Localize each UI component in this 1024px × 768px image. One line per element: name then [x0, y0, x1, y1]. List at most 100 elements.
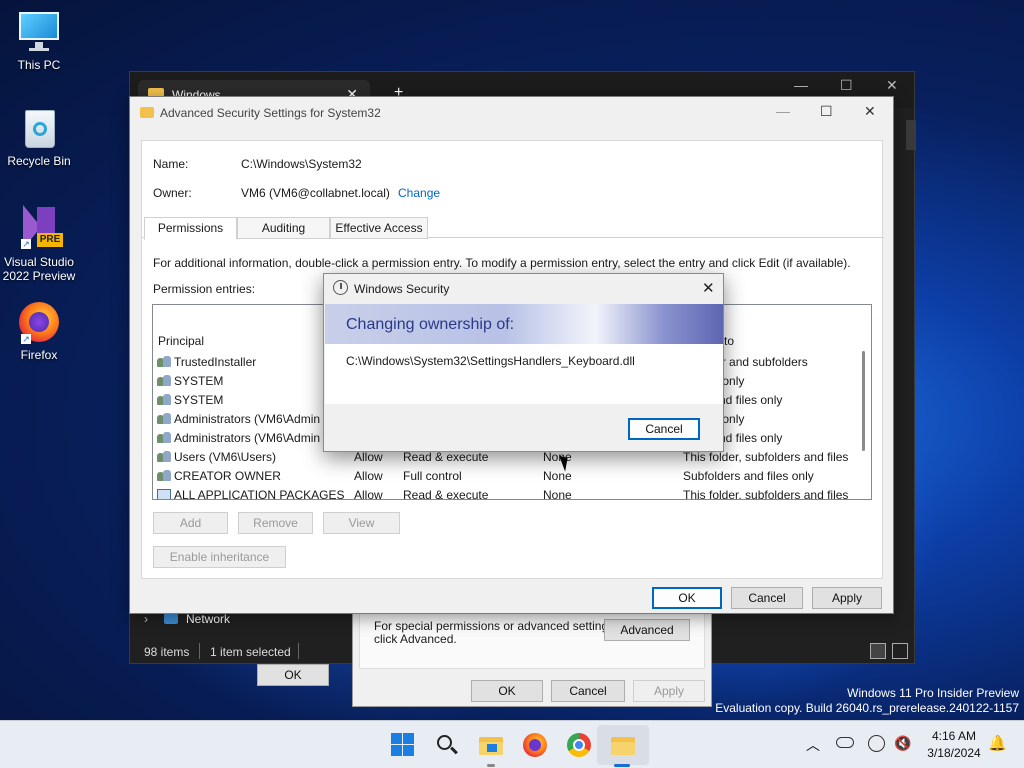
principal-cell: SYSTEM: [174, 374, 224, 388]
user-group-icon: [157, 451, 171, 463]
close-security-icon[interactable]: ✕: [702, 279, 715, 297]
user-group-icon: [157, 394, 171, 406]
column-header-applies-to[interactable]: to: [724, 334, 734, 348]
user-group-icon: [157, 356, 171, 368]
enable-inheritance-button[interactable]: Enable inheritance: [153, 546, 286, 568]
minimize-icon[interactable]: —: [794, 77, 808, 93]
name-label: Name:: [153, 157, 189, 171]
file-path: C:\Windows\System32\SettingsHandlers_Key…: [346, 354, 635, 368]
desktop-icon-recycle-bin[interactable]: Recycle Bin: [0, 106, 78, 168]
close-dialog-icon[interactable]: ✕: [864, 103, 876, 120]
security-content: C:\Windows\System32\SettingsHandlers_Key…: [325, 344, 723, 404]
status-item-count: 98 items: [144, 645, 190, 659]
desktop-icon-visual-studio[interactable]: PRE ↗ Visual Studio 2022 Preview: [0, 203, 78, 283]
table-row[interactable]: CREATOR OWNER Allow Full control None Su…: [153, 467, 853, 486]
expand-chevron-icon[interactable]: ›: [144, 612, 148, 626]
change-owner-link[interactable]: Change: [398, 186, 440, 200]
firefox-icon: ↗: [17, 300, 61, 344]
list-scrollbar[interactable]: [859, 331, 869, 471]
applies-cell: Subfolders and files only: [683, 469, 814, 483]
details-view-icon[interactable]: [870, 643, 886, 659]
principal-cell: Users (VM6\Users): [174, 450, 277, 464]
chrome-icon[interactable]: [566, 732, 592, 758]
properties-apply-button[interactable]: Apply: [633, 680, 705, 702]
tab-permissions[interactable]: Permissions: [144, 217, 237, 240]
properties-dialog: For special permissions or advanced sett…: [352, 612, 712, 707]
clock-date[interactable]: 3/18/2024: [924, 746, 984, 760]
type-cell: Allow: [354, 469, 383, 483]
search-icon[interactable]: [434, 732, 460, 758]
windows-security-dialog: Windows Security ✕ Changing ownership of…: [323, 273, 724, 452]
inherited-cell: None: [543, 469, 572, 483]
maximize-icon[interactable]: ☐: [840, 77, 853, 94]
notification-bell-icon[interactable]: 🔔: [988, 734, 1007, 752]
properties-hint: click Advanced.: [374, 632, 457, 646]
status-selected: 1 item selected: [210, 645, 291, 659]
type-cell: Allow: [354, 488, 383, 500]
view-button[interactable]: View: [323, 512, 400, 534]
properties-cancel-button[interactable]: Cancel: [551, 680, 625, 702]
watermark-line2: Evaluation copy. Build 26040.rs_prerelea…: [715, 701, 1019, 715]
remove-button[interactable]: Remove: [238, 512, 313, 534]
dialog-title: Advanced Security Settings for System32: [160, 106, 381, 120]
minimize-icon[interactable]: —: [776, 103, 790, 119]
user-group-icon: [157, 470, 171, 482]
network-icon: [164, 613, 178, 624]
maximize-icon[interactable]: ☐: [820, 103, 833, 120]
access-cell: Read & execute: [403, 488, 489, 500]
desktop-icon-firefox[interactable]: ↗ Firefox: [0, 300, 78, 362]
properties-hint: For special permissions or advanced sett…: [374, 619, 618, 633]
clock-icon: [333, 280, 348, 295]
start-icon[interactable]: [390, 732, 416, 758]
folder-icon: [140, 107, 154, 118]
file-explorer-icon[interactable]: [478, 732, 504, 758]
add-button[interactable]: Add: [153, 512, 228, 534]
pre-badge: PRE: [37, 233, 63, 247]
tiles-view-icon[interactable]: [892, 643, 908, 659]
tab-effective-access[interactable]: Effective Access: [330, 217, 428, 239]
cancel-button[interactable]: Cancel: [731, 587, 803, 609]
firefox-icon[interactable]: [522, 732, 548, 758]
properties-ok-button[interactable]: OK: [471, 680, 543, 702]
owner-value: VM6 (VM6@collabnet.local): [241, 186, 390, 200]
chevron-up-icon[interactable]: ︿: [806, 735, 820, 755]
principal-cell: TrustedInstaller: [174, 355, 257, 369]
applies-cell: This folder, subfolders and files: [683, 450, 849, 464]
column-header-principal[interactable]: Principal: [158, 334, 204, 348]
background-ok-button[interactable]: OK: [257, 664, 329, 686]
desktop-icon-label: Visual Studio: [4, 255, 74, 269]
entries-label: Permission entries:: [153, 282, 256, 296]
onedrive-icon[interactable]: [836, 737, 854, 748]
clock-time[interactable]: 4:16 AM: [924, 729, 984, 743]
visual-studio-icon: PRE ↗: [15, 203, 63, 251]
properties-security-panel: For special permissions or advanced sett…: [359, 613, 705, 669]
ok-button[interactable]: OK: [652, 587, 722, 609]
monitor-icon: [17, 10, 61, 54]
shortcut-arrow-icon: ↗: [21, 334, 31, 344]
desktop-icon-label: 2022 Preview: [2, 269, 76, 283]
network-globe-icon[interactable]: [868, 735, 885, 752]
owner-label: Owner:: [153, 186, 192, 200]
apply-button[interactable]: Apply: [812, 587, 882, 609]
volume-muted-icon[interactable]: 🔇: [894, 735, 911, 752]
scrollbar-thumb[interactable]: [862, 351, 865, 451]
security-dialog-title: Windows Security: [354, 282, 450, 296]
desktop-icon-label: Firefox: [20, 348, 58, 362]
principal-cell: ALL APPLICATION PACKAGES: [174, 488, 345, 500]
close-window-icon[interactable]: ✕: [886, 77, 898, 94]
nav-item-label: Network: [186, 612, 231, 626]
banner-text: Changing ownership of:: [346, 316, 515, 333]
security-cancel-button[interactable]: Cancel: [628, 418, 700, 440]
desktop-icon-this-pc[interactable]: This PC: [0, 10, 78, 72]
desktop-icon-label: This PC: [17, 58, 61, 72]
info-text: For additional information, double-click…: [153, 256, 851, 270]
recycle-bin-icon: [19, 106, 59, 150]
inherited-cell: None: [543, 488, 572, 500]
taskbar: ︿ 🔇 4:16 AM 3/18/2024 🔔: [0, 720, 1024, 768]
advanced-button[interactable]: Advanced: [604, 619, 690, 641]
user-group-icon: [157, 413, 171, 425]
tab-auditing[interactable]: Auditing: [237, 217, 330, 239]
principal-cell: SYSTEM: [174, 393, 224, 407]
table-row[interactable]: ALL APPLICATION PACKAGES Allow Read & ex…: [153, 486, 853, 500]
file-explorer-active-icon[interactable]: [610, 732, 636, 758]
